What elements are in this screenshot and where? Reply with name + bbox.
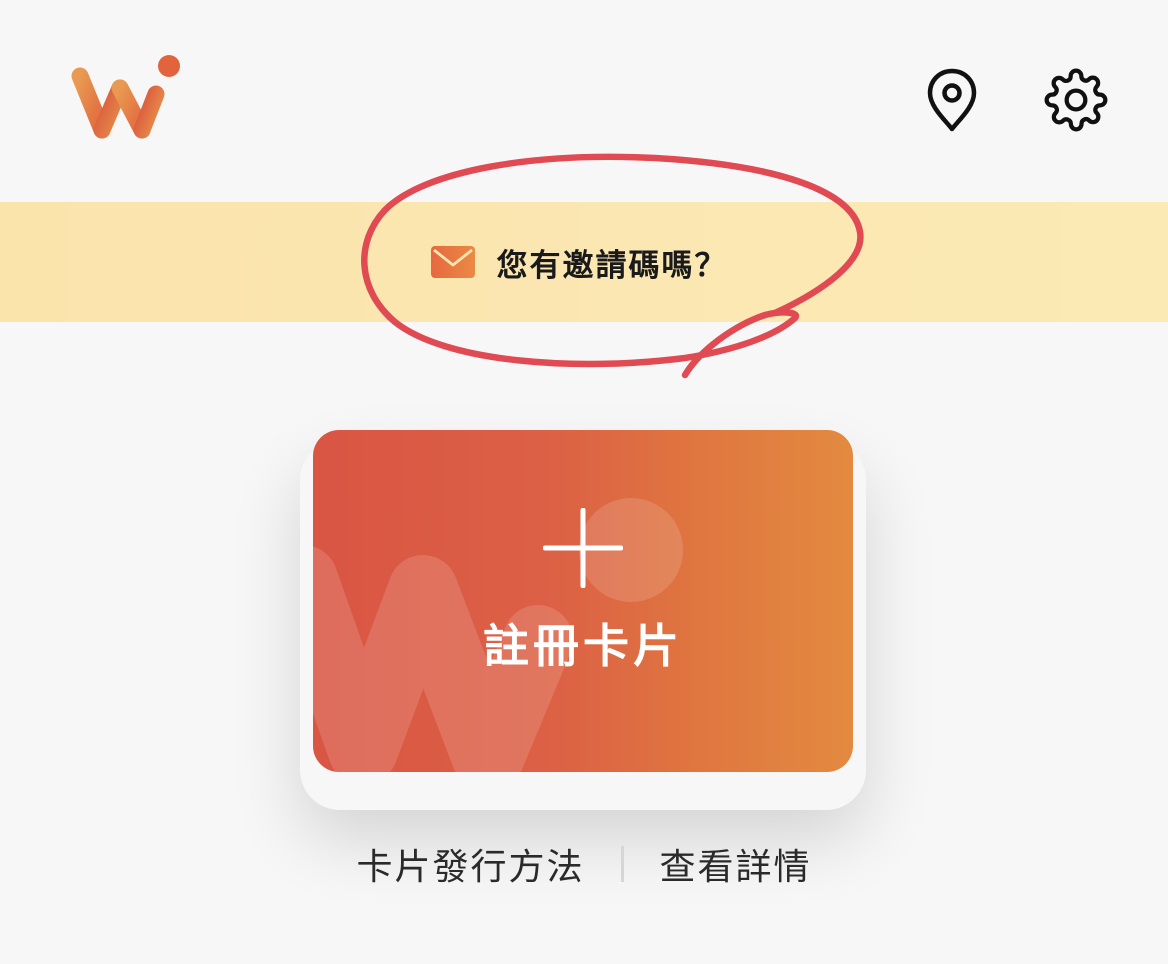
card-watermark-logo	[313, 498, 683, 772]
invite-code-banner[interactable]: 您有邀請碼嗎？	[0, 202, 1168, 322]
invite-banner-content: 您有邀請碼嗎？	[430, 240, 728, 285]
gear-icon	[1044, 68, 1108, 132]
envelope-icon	[430, 246, 475, 278]
view-details-link[interactable]: 查看詳情	[660, 838, 812, 890]
plus-icon	[543, 508, 623, 588]
link-divider	[620, 846, 624, 882]
home-screen: 您有邀請碼嗎？ 註冊卡片 卡片發行方法 查看詳情	[0, 0, 1168, 964]
register-card-button[interactable]: 註冊卡片	[313, 430, 853, 772]
settings-button[interactable]	[1036, 60, 1116, 140]
card-info-links: 卡片發行方法 查看詳情	[0, 836, 1168, 892]
wi-logo-icon	[68, 50, 186, 142]
location-button[interactable]	[912, 60, 992, 140]
card-issue-method-link[interactable]: 卡片發行方法	[356, 838, 584, 890]
map-pin-icon	[927, 68, 977, 132]
invite-banner-text: 您有邀請碼嗎？	[496, 247, 728, 284]
register-card-label: 註冊卡片	[483, 619, 683, 673]
